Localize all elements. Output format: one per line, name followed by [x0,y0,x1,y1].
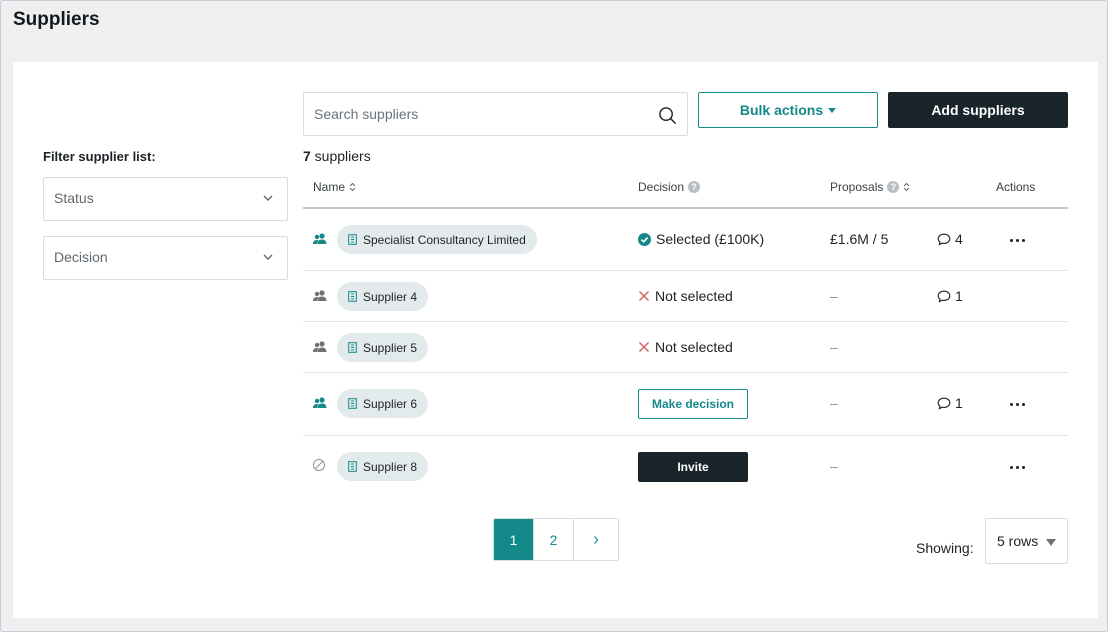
caret-down-icon [828,108,837,113]
search-box [303,92,688,136]
page-button-1[interactable]: 1 [494,519,534,560]
next-page-button[interactable] [574,519,618,560]
bulk-actions-button[interactable]: Bulk actions [698,92,878,128]
building-icon [348,342,357,353]
decision-status: Selected (£100K) [638,231,764,247]
more-actions-icon[interactable] [1007,232,1027,248]
column-header-proposals[interactable]: Proposals ? [830,180,910,194]
page-title: Suppliers [13,9,100,30]
column-header-proposals-label: Proposals [830,180,884,194]
column-header-actions-label: Actions [996,180,1036,194]
decision-status: Not selected [638,288,733,304]
comment-count: 1 [955,395,963,411]
users-icon [313,233,327,244]
make-decision-button[interactable]: Make decision [638,389,748,419]
supplier-count: 7 suppliers [303,148,371,164]
rows-per-page-label: Showing: [916,540,974,556]
decision-text: Selected (£100K) [656,231,765,247]
page-button-2[interactable]: 2 [534,519,574,560]
building-icon [348,461,357,472]
status-filter-select[interactable]: Status [43,177,288,221]
supplier-name: Specialist Consultancy Limited [363,232,526,247]
supplier-pill[interactable]: Supplier 5 [337,333,429,362]
more-actions-icon[interactable] [1007,459,1027,475]
proposals-value: £1.6M / 5 [830,231,889,247]
supplier-pill[interactable]: Supplier 4 [337,282,429,311]
comment-icon [937,290,951,303]
rows-per-page-select[interactable]: 5 rows [985,518,1068,564]
search-icon[interactable] [658,106,677,125]
supplier-pill[interactable]: Supplier 6 [337,389,429,418]
comments-link[interactable]: 4 [937,231,963,247]
supplier-name: Supplier 5 [363,340,418,355]
table-row: Supplier 6 Make decision – 1 [303,373,1068,435]
proposals-value: – [830,458,838,474]
help-icon[interactable]: ? [688,181,701,193]
rows-per-page-value: 5 rows [997,533,1039,549]
caret-down-icon [1046,539,1056,546]
search-input[interactable] [304,93,634,135]
proposals-value: – [830,288,838,304]
comments-link[interactable]: 1 [937,395,963,411]
supplier-name: Supplier 8 [363,459,418,474]
supplier-pill[interactable]: Specialist Consultancy Limited [337,225,537,254]
users-icon [313,341,327,352]
supplier-count-number: 7 [303,148,311,164]
supplier-name: Supplier 4 [363,289,418,304]
decision-text: Not selected [655,288,733,304]
sort-icon [349,182,356,192]
users-icon [313,397,327,408]
comment-count: 4 [955,231,963,247]
more-actions-icon[interactable] [1007,396,1027,412]
blocked-icon [313,459,325,471]
supplier-pill[interactable]: Supplier 8 [337,452,429,481]
chevron-down-icon [263,254,273,260]
suppliers-card: Filter supplier list: Status Decision Bu… [13,62,1098,618]
comment-icon [937,397,951,410]
invite-button[interactable]: Invite [638,452,748,482]
chevron-down-icon [263,195,273,201]
column-header-decision: Decision ? [638,180,701,194]
cross-icon [639,291,649,301]
column-header-actions: Actions [996,180,1035,194]
supplier-name: Supplier 6 [363,396,418,411]
decision-status: Not selected [638,339,733,355]
sort-icon [904,182,910,192]
bulk-actions-label: Bulk actions [739,102,824,118]
table-row: Supplier 8 Invite – [303,436,1068,498]
building-icon [348,234,357,245]
users-icon [313,290,327,301]
add-suppliers-button[interactable]: Add suppliers [888,92,1068,128]
supplier-count-suffix: suppliers [310,148,371,164]
filter-label: Filter supplier list: [43,149,156,164]
proposals-value: – [830,339,838,355]
table-row: Supplier 4 Not selected – 1 [303,271,1068,321]
building-icon [348,398,357,409]
decision-filter-select[interactable]: Decision [43,236,288,280]
decision-filter-placeholder: Decision [54,249,108,265]
proposals-value: – [830,395,838,411]
status-filter-placeholder: Status [54,190,94,206]
building-icon [348,291,357,302]
column-header-decision-label: Decision [638,180,685,194]
decision-text: Not selected [655,339,733,355]
help-icon[interactable]: ? [887,181,900,193]
comment-count: 1 [955,288,963,304]
comment-icon [937,233,951,246]
table-row: Specialist Consultancy Limited Selected … [303,209,1068,270]
pagination: 1 2 [493,518,619,561]
column-header-name[interactable]: Name [313,180,356,194]
table-row: Supplier 5 Not selected – [303,322,1068,372]
column-header-name-label: Name [313,180,346,194]
chevron-right-icon [594,535,599,544]
check-circle-icon [638,232,651,246]
comments-link[interactable]: 1 [937,288,963,304]
cross-icon [639,342,649,352]
